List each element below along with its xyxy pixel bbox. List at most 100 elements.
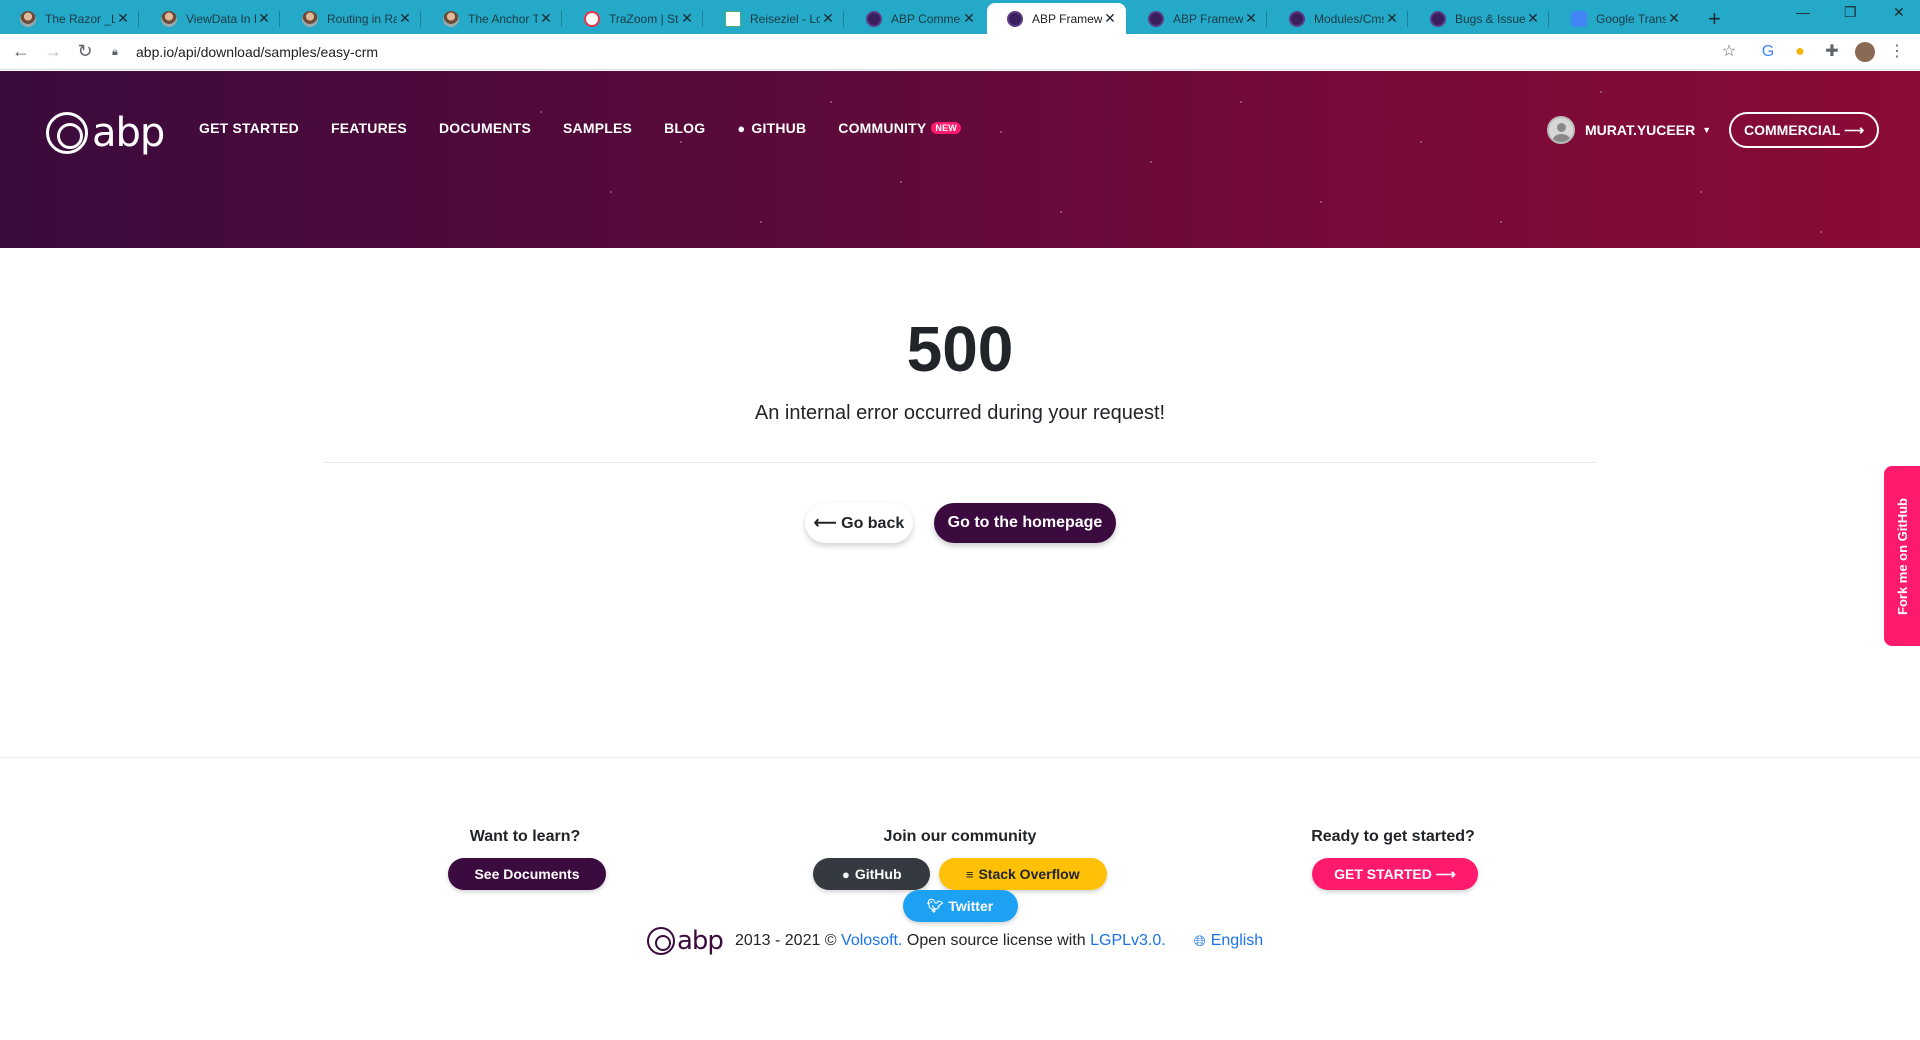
close-icon[interactable]: ✕	[115, 10, 131, 27]
tab-title: ABP Framewor	[1032, 11, 1102, 26]
browser-tab[interactable]: The Razor _Lay✕	[0, 3, 139, 34]
lgpl-link[interactable]: LGPLv3.0.	[1090, 932, 1166, 950]
abp-favicon-icon	[1430, 10, 1446, 27]
nav-features[interactable]: FEATURES	[331, 120, 407, 136]
stack-overflow-icon: ≡	[965, 866, 974, 882]
tab-title: The Razor _Lay	[45, 11, 115, 26]
browser-tab[interactable]: Routing in Razo✕	[282, 3, 421, 34]
tab-title: ViewData In Ra	[186, 11, 256, 26]
translate-extension-icon[interactable]: G	[1758, 42, 1778, 62]
forward-arrow-icon[interactable]: →	[42, 41, 64, 62]
twitter-button[interactable]: 🐦︎ Twitter	[902, 890, 1018, 922]
abp-logo[interactable]: abp	[46, 110, 165, 156]
tab-title: ABP Commercia	[891, 11, 961, 26]
browser-tab[interactable]: TraZoom | Stern✕	[564, 3, 703, 34]
nav-github[interactable]: ● GITHUB	[737, 120, 806, 136]
nav-samples[interactable]: SAMPLES	[563, 120, 632, 136]
start-heading: Ready to get started?	[1311, 828, 1475, 845]
abp-logo-icon	[46, 112, 88, 154]
nav-community[interactable]: COMMUNITY NEW	[838, 120, 961, 136]
github-icon: ●	[842, 866, 850, 882]
main-nav: GET STARTED FEATURES DOCUMENTS SAMPLES B…	[199, 120, 993, 136]
avatar	[1547, 116, 1575, 144]
translate-favicon-icon	[1571, 10, 1587, 27]
volosoft-link[interactable]: Volosoft.	[841, 932, 902, 950]
footer-community: Join our community ● GitHub ≡ Stack Overfl…	[754, 828, 1166, 922]
close-icon[interactable]: ✕	[961, 10, 977, 27]
url-text: abp.io/api/download/samples/easy-crm	[136, 44, 379, 60]
close-icon[interactable]: ✕	[1525, 10, 1541, 27]
github-label: GitHub	[854, 866, 902, 882]
browser-tab[interactable]: ViewData In Ra✕	[141, 3, 280, 34]
coin-extension-icon[interactable]: ●	[1790, 42, 1810, 62]
nav-blog[interactable]: BLOG	[664, 120, 705, 136]
fork-ribbon-content[interactable]: Fork me on GitHub	[1884, 466, 1920, 646]
go-to-homepage-button[interactable]: Go to the homepage	[934, 503, 1116, 543]
person-favicon-icon	[443, 10, 459, 27]
address-bar[interactable]: 🔒︎ abp.io/api/download/samples/easy-crm	[112, 39, 1772, 65]
copyright-bar: abp 2013 - 2021 © Volosoft. Open source …	[647, 926, 1263, 956]
tab-title: TraZoom | Stern	[609, 11, 679, 26]
close-icon[interactable]: ✕	[256, 10, 272, 27]
bookmark-star-icon[interactable]: ☆	[1719, 42, 1739, 62]
get-started-button[interactable]: GET STARTED ⟶	[1312, 858, 1478, 890]
close-icon[interactable]: ✕	[1102, 10, 1118, 27]
user-menu[interactable]: MURAT.YUCEER ▼	[1547, 116, 1711, 144]
globe-favicon-icon	[584, 10, 600, 27]
footer-logo-text: abp	[677, 926, 724, 956]
copyright-text: 2013 - 2021 ©	[734, 932, 837, 949]
twitter-icon: 🐦︎	[926, 898, 944, 913]
close-icon[interactable]: ✕	[1666, 10, 1682, 27]
minimize-icon[interactable]: —	[1796, 4, 1810, 20]
nav-community-label: COMMUNITY	[838, 120, 927, 136]
browser-tab[interactable]: The Anchor Tag✕	[423, 3, 562, 34]
browser-tab[interactable]: Google Transla✕	[1551, 3, 1690, 34]
new-tab-icon[interactable]: +	[1708, 6, 1721, 32]
stack-overflow-button[interactable]: ≡ Stack Overflow	[938, 858, 1107, 890]
browser-tab[interactable]: ABP Framewor✕	[1128, 3, 1267, 34]
language-label: English	[1210, 932, 1264, 949]
footer-abp-logo[interactable]: abp	[647, 926, 724, 956]
close-icon[interactable]: ✕	[397, 10, 413, 27]
browser-tab[interactable]: Bugs & Issues ✕	[1410, 3, 1549, 34]
footer-start: Ready to get started? GET STARTED ⟶	[1310, 828, 1478, 890]
document-favicon-icon	[725, 10, 741, 27]
profile-avatar-icon[interactable]	[1855, 42, 1875, 62]
tab-title: Bugs & Issues	[1455, 11, 1525, 26]
nav-github-label: GITHUB	[751, 120, 807, 136]
abp-favicon-icon	[1289, 10, 1305, 27]
close-icon[interactable]: ✕	[538, 10, 554, 27]
fork-label: Fork me on GitHub	[1894, 497, 1910, 615]
back-arrow-icon[interactable]: ←	[10, 41, 32, 62]
close-window-icon[interactable]: ✕	[1893, 4, 1905, 21]
close-icon[interactable]: ✕	[679, 10, 695, 27]
nav-documents[interactable]: DOCUMENTS	[439, 120, 531, 136]
footer-divider	[0, 757, 1920, 758]
nav-get-started[interactable]: GET STARTED	[199, 120, 299, 136]
language-selector[interactable]: 🌐︎ English	[1194, 932, 1264, 950]
github-button[interactable]: ● GitHub	[813, 858, 931, 890]
tab-title: Routing in Razo	[327, 11, 397, 26]
browser-tabstrip: The Razor _Lay✕ ViewData In Ra✕ Routing …	[0, 0, 1920, 34]
restore-icon[interactable]: ❐	[1844, 4, 1857, 21]
abp-favicon-icon	[1148, 10, 1164, 27]
close-icon[interactable]: ✕	[1243, 10, 1259, 27]
caret-down-icon: ▼	[1702, 125, 1712, 135]
close-icon[interactable]: ✕	[1384, 10, 1400, 27]
abp-logo-icon	[647, 927, 675, 955]
commercial-button[interactable]: COMMERCIAL ⟶	[1729, 112, 1880, 148]
browser-tab[interactable]: ABP Commercia✕	[846, 3, 985, 34]
browser-tab[interactable]: Modules/Cms ✕	[1269, 3, 1408, 34]
tab-title: Reiseziel - Loca	[750, 11, 820, 26]
extensions-puzzle-icon[interactable]: ✚	[1822, 42, 1842, 62]
menu-kebab-icon[interactable]: ⋮	[1887, 42, 1907, 62]
go-back-button[interactable]: ⟵ Go back	[805, 503, 913, 543]
reload-icon[interactable]: ↻	[74, 41, 96, 62]
tab-title: Modules/Cms	[1314, 11, 1384, 26]
close-icon[interactable]: ✕	[820, 10, 836, 27]
browser-tab[interactable]: Reiseziel - Loca✕	[705, 3, 844, 34]
error-message: An internal error occurred during your r…	[754, 402, 1166, 424]
tab-title: ABP Framewor	[1173, 11, 1243, 26]
browser-tab-active[interactable]: ABP Framewor✕	[987, 3, 1126, 34]
see-documents-button[interactable]: See Documents	[448, 858, 606, 890]
